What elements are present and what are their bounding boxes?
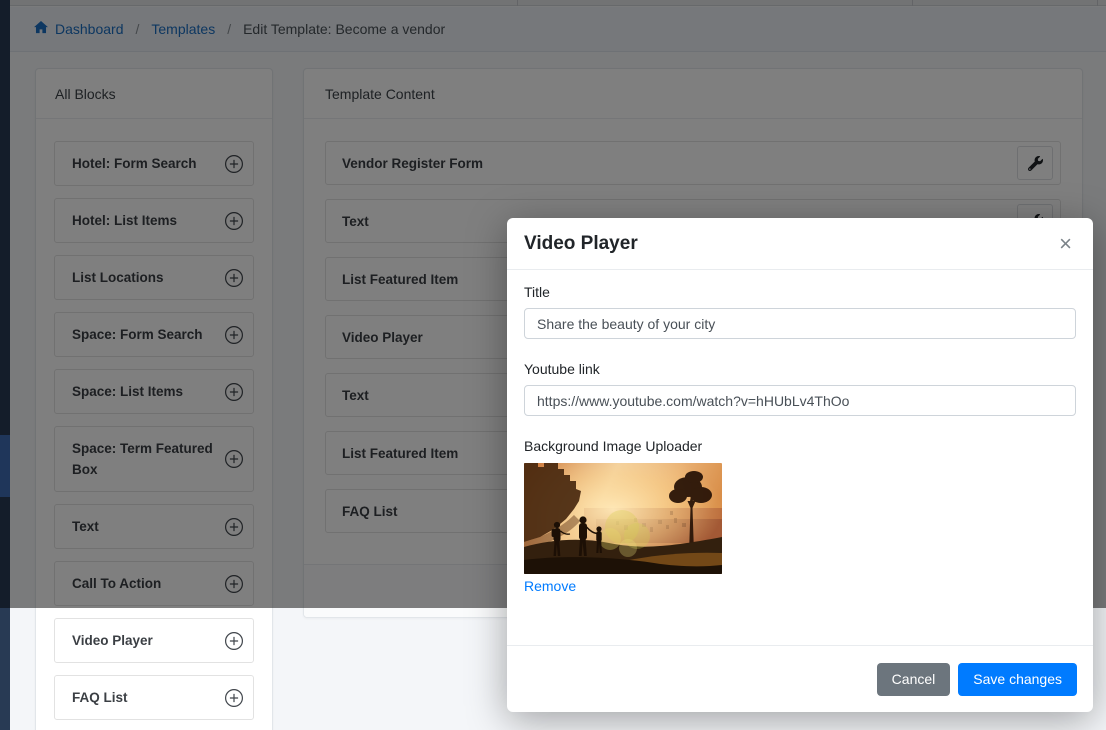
- block-item[interactable]: FAQ List: [54, 675, 254, 720]
- save-changes-button[interactable]: Save changes: [958, 663, 1077, 696]
- background-image-thumbnail[interactable]: [524, 463, 722, 574]
- block-item-label: FAQ List: [72, 687, 224, 708]
- modal-footer: Cancel Save changes: [507, 645, 1093, 712]
- title-label: Title: [524, 284, 1076, 300]
- cancel-button[interactable]: Cancel: [877, 663, 951, 696]
- title-input[interactable]: [524, 308, 1076, 339]
- remove-image-link[interactable]: Remove: [524, 578, 576, 594]
- block-item[interactable]: Video Player: [54, 618, 254, 663]
- modal-body: Title Youtube link Background Image Uplo…: [507, 270, 1093, 645]
- modal-title: Video Player: [524, 233, 638, 255]
- sunset-city-image: [524, 463, 722, 574]
- page: Dashboard / Templates / Edit Template: B…: [0, 0, 1106, 730]
- youtube-link-input[interactable]: [524, 385, 1076, 416]
- youtube-link-label: Youtube link: [524, 361, 1076, 377]
- background-image-uploader-label: Background Image Uploader: [524, 438, 1076, 454]
- plus-circle-icon[interactable]: [224, 688, 244, 708]
- close-icon[interactable]: ×: [1055, 231, 1076, 257]
- block-item-label: Video Player: [72, 630, 224, 651]
- video-player-modal: Video Player × Title Youtube link Backgr…: [507, 218, 1093, 712]
- plus-circle-icon[interactable]: [224, 631, 244, 651]
- modal-header: Video Player ×: [507, 218, 1093, 270]
